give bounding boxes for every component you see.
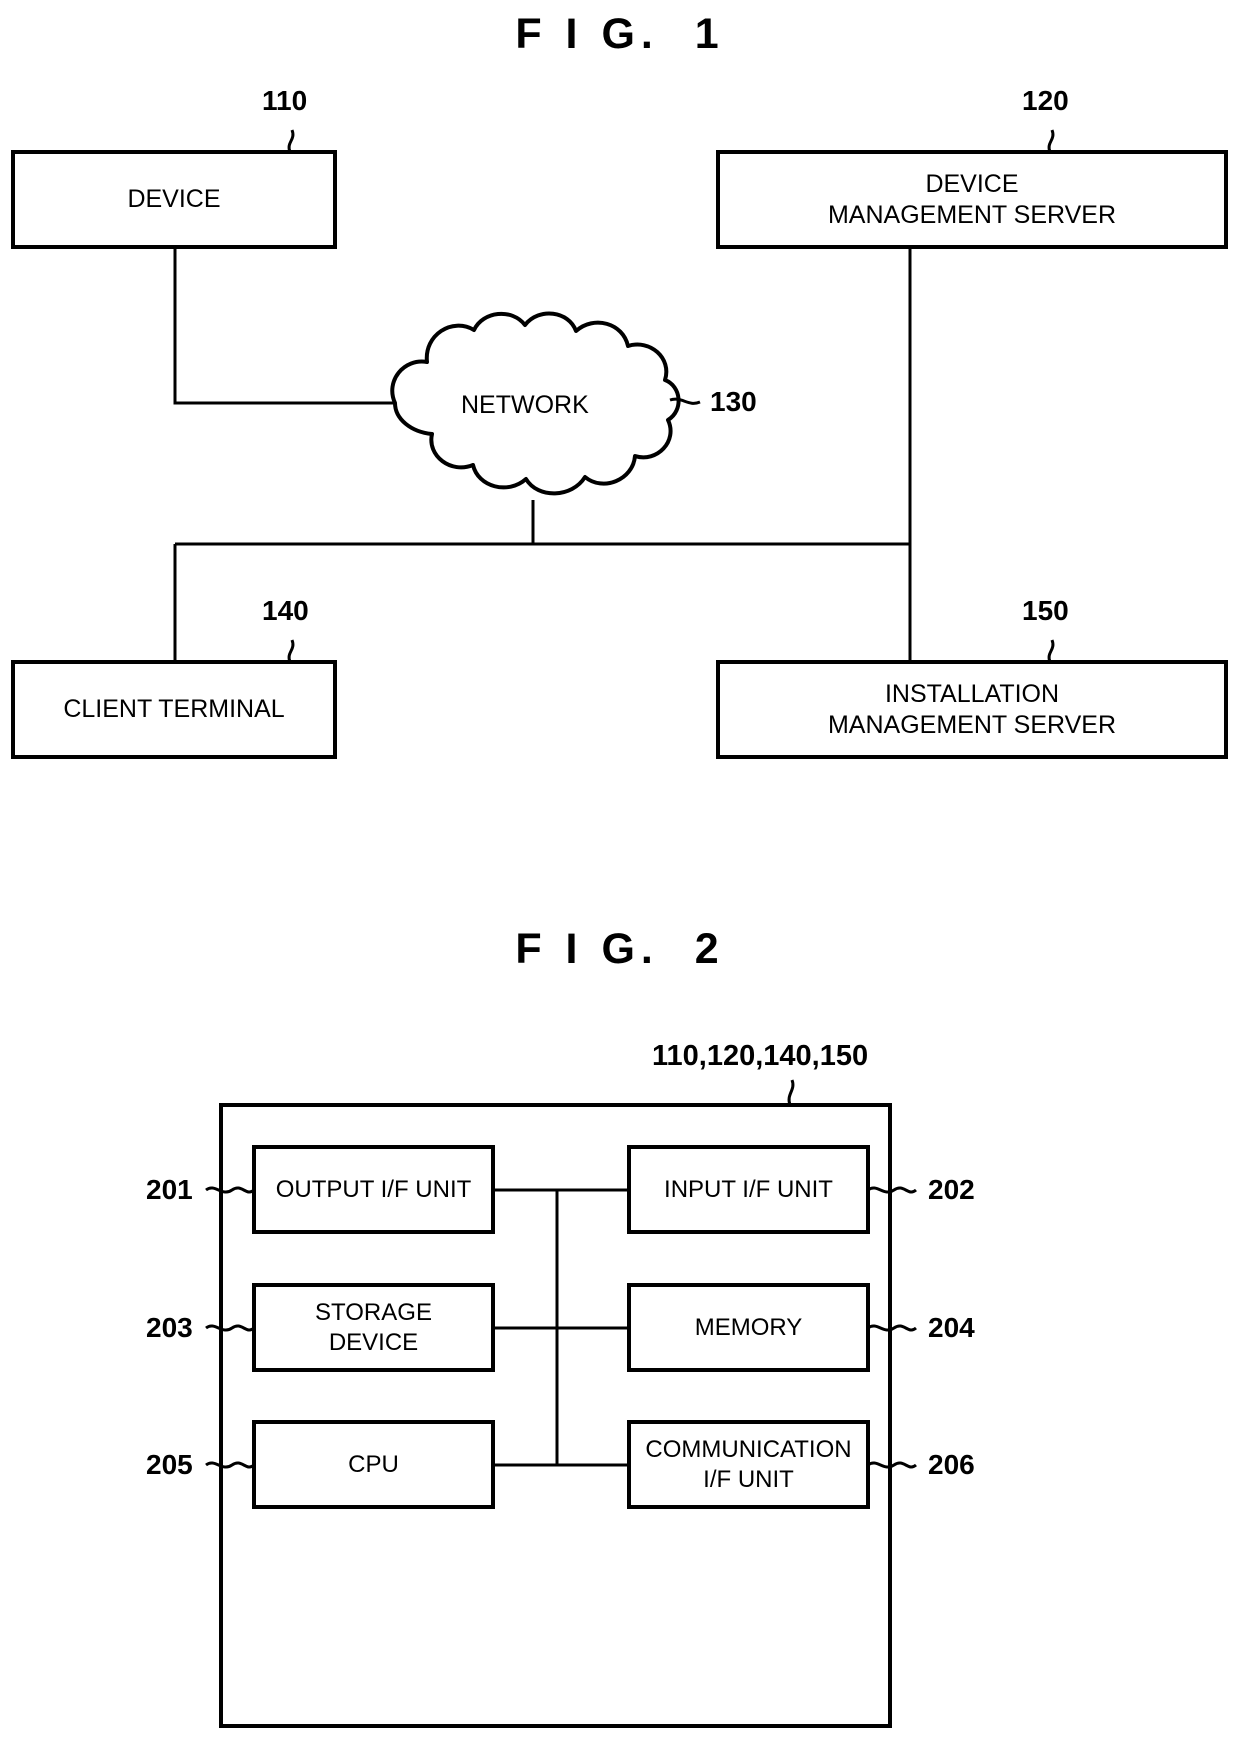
label-cpu: CPU [348, 1450, 399, 1478]
box-installation-management-server [716, 660, 1228, 759]
ref-number-206: 206 [928, 1449, 975, 1480]
figure-1-title: F I G. 1 [515, 10, 725, 58]
figure-2-title: F I G. 2 [515, 925, 725, 973]
ref-number-130: 130 [710, 386, 757, 417]
ref-number-outer-chassis: 110,120,140,150 [652, 1040, 869, 1072]
label-output-if-unit: OUTPUT I/F UNIT [275, 1175, 472, 1203]
label-input-if-unit: INPUT I/F UNIT [664, 1175, 833, 1203]
box-client-terminal [11, 660, 337, 759]
box-device [11, 150, 337, 249]
ref-number-201: 201 [146, 1174, 193, 1205]
label-storage-device: STORAGE DEVICE [315, 1298, 432, 1356]
label-network: NETWORK [461, 391, 589, 419]
label-communication-if-unit: COMMUNICATION I/F UNIT [645, 1435, 852, 1493]
ref-number-205: 205 [146, 1449, 193, 1480]
leader-outer-ref [787, 1079, 795, 1106]
connector-device-to-network [173, 247, 395, 405]
ref-number-110: 110 [262, 85, 308, 116]
leader-140 [287, 639, 295, 663]
ref-number-150: 150 [1022, 595, 1069, 626]
ref-number-204: 204 [928, 1312, 975, 1343]
fig1-group [11, 129, 1228, 759]
leader-150 [1047, 639, 1055, 663]
ref-number-202: 202 [928, 1174, 975, 1205]
leader-120 [1047, 129, 1055, 153]
patent-drawing-sheet: F I G. 1 DEVICE DEVICE MANAGEMENT SERVER… [0, 0, 1240, 1760]
ref-number-203: 203 [146, 1312, 193, 1343]
ref-number-120: 120 [1022, 85, 1069, 116]
ref-number-140: 140 [262, 595, 309, 626]
label-memory: MEMORY [694, 1313, 803, 1341]
leader-110 [287, 129, 295, 153]
box-device-management-server [716, 150, 1228, 249]
drawing-canvas [11, 129, 1228, 1728]
